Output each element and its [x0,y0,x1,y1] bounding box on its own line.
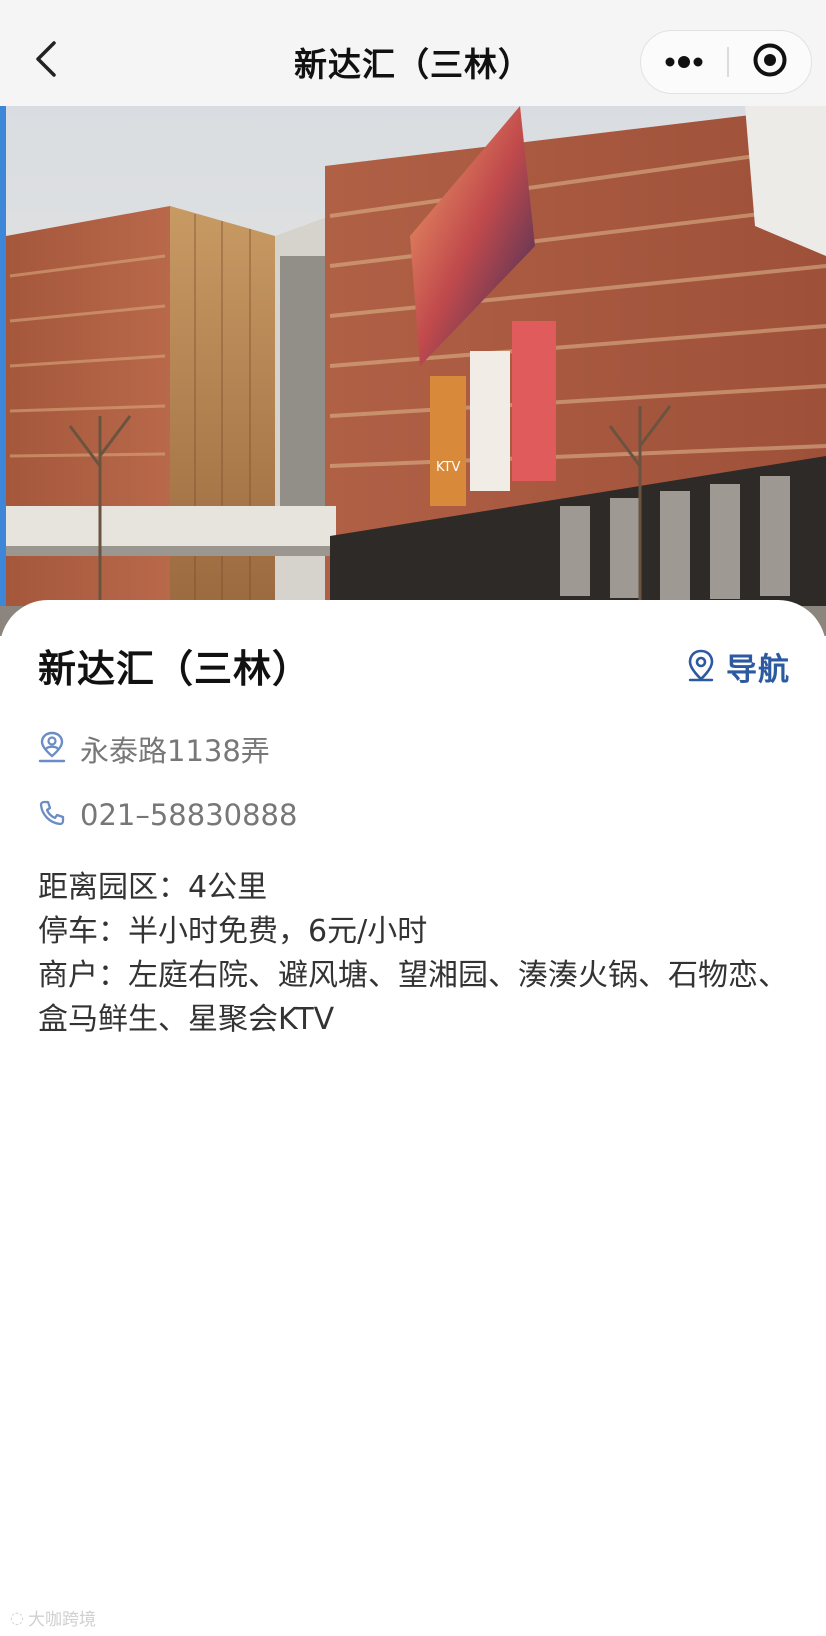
top-navigation-bar: 新达汇（三林） [0,0,826,106]
phone-icon [38,799,66,831]
more-button[interactable] [641,31,727,93]
parking-text: 停车：半小时免费，6元/小时 [38,914,428,949]
close-mini-program-button[interactable] [728,31,812,93]
map-pin-icon [686,648,716,686]
address-row: 永泰路1138弄 [38,728,270,770]
target-circle-icon [752,42,788,82]
watermark-logo-icon: ◌ [10,1608,24,1627]
ktv-sign: KTV [436,460,460,475]
location-person-icon [38,731,66,767]
phone-row[interactable]: 021–58830888 [38,798,297,832]
more-dots-icon [664,53,704,72]
watermark-text: 大咖跨境 [27,1610,96,1630]
distance-text: 距离园区：4公里 [38,870,268,905]
watermark: ◌ 大咖跨境 [10,1605,96,1630]
mini-program-capsule [640,30,812,94]
place-name: 新达汇（三林） [38,647,312,691]
place-detail-card: 新达汇（三林） 导航 永泰路1138弄 021–58830888 距离园区：4公… [0,600,826,1636]
navigate-label: 导航 [726,652,790,688]
mall-photo: KTV [0,106,826,636]
phone-text[interactable]: 021–58830888 [80,798,297,832]
address-text: 永泰路1138弄 [80,734,270,768]
place-details: 距离园区：4公里 停车：半小时免费，6元/小时 商户：左庭右院、避风塘、望湘园、… [38,866,788,1042]
navigate-button[interactable]: 导航 [686,644,790,689]
merchants-text: 商户：左庭右院、避风塘、望湘园、湊湊火锅、石物恋、盒马鲜生、星聚会KTV [38,958,788,1037]
